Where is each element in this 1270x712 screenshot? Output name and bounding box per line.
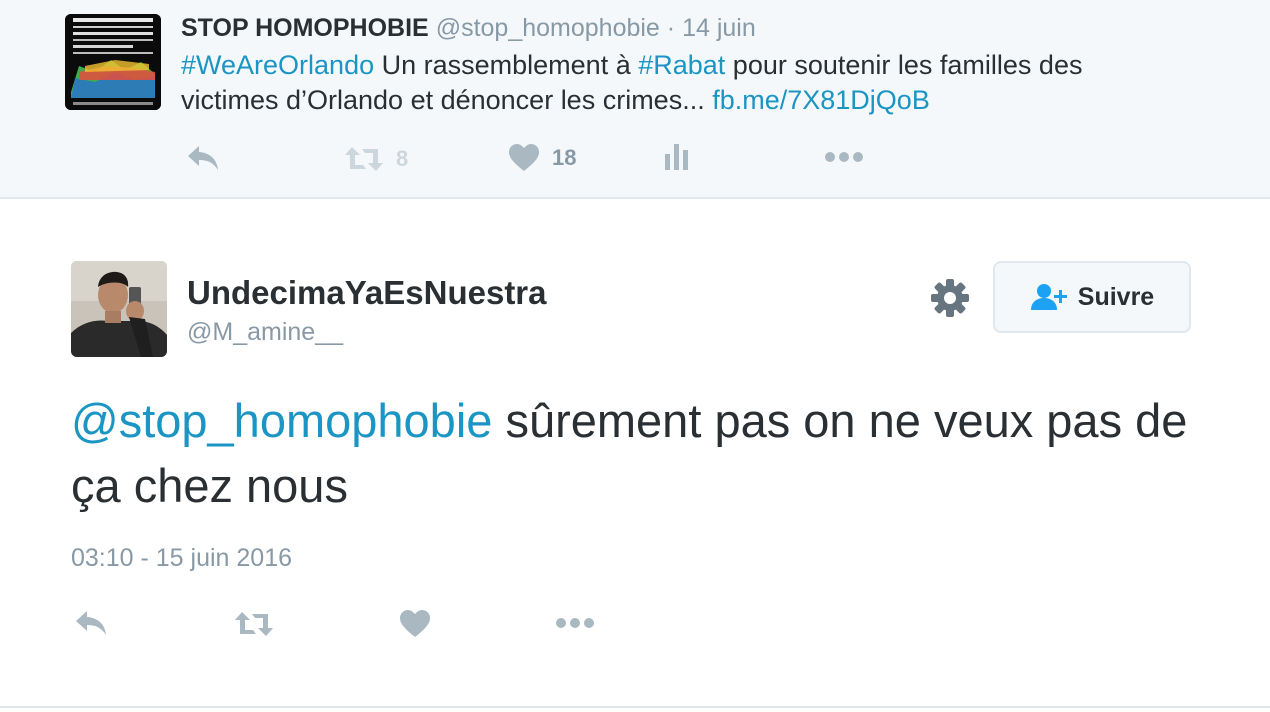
more-dots-icon: [556, 618, 594, 628]
like-count: 18: [552, 145, 577, 170]
add-user-icon: [1030, 284, 1067, 310]
gear-icon: [931, 279, 969, 317]
divider: [0, 706, 1270, 708]
quoted-author-name[interactable]: STOP HOMOPHOBIE: [181, 14, 429, 42]
mention-link[interactable]: @stop_homophobie: [71, 394, 492, 447]
settings-button[interactable]: [930, 278, 970, 323]
quoted-avatar-image: [65, 14, 161, 110]
more-dots-icon: [825, 152, 863, 162]
quoted-header: STOP HOMOPHOBIE @stop_homophobie · 14 ju…: [181, 14, 756, 42]
reply-button[interactable]: [74, 608, 108, 638]
follow-button[interactable]: Suivre: [993, 261, 1191, 333]
like-button[interactable]: [399, 609, 431, 639]
retweet-count: 8: [396, 146, 409, 171]
quoted-action-bar: 8 18: [0, 140, 1270, 180]
reply-icon: [188, 146, 218, 170]
hashtag-link[interactable]: #Rabat: [638, 50, 725, 80]
heart-icon: [400, 610, 430, 637]
separator-dot: ·: [666, 14, 676, 42]
user-avatar-image: [71, 261, 167, 357]
retweet-button[interactable]: 8: [344, 145, 408, 173]
quoted-tweet-text: #WeAreOrlando Un rassemblement à #Rabat …: [181, 48, 1181, 118]
heart-icon: [509, 144, 539, 171]
retweet-button[interactable]: [234, 610, 274, 638]
like-button[interactable]: 18: [508, 143, 576, 173]
tweet-timestamp[interactable]: 03:10 - 15 juin 2016: [71, 544, 292, 573]
user-handle[interactable]: @M_amine__: [187, 318, 343, 347]
user-avatar[interactable]: [71, 261, 167, 357]
bar-chart-icon: [665, 144, 688, 170]
reply-icon: [76, 611, 106, 635]
more-button[interactable]: [555, 617, 595, 629]
quoted-author-handle[interactable]: @stop_homophobie: [436, 14, 660, 42]
quoted-text-part: Un rassemblement à: [374, 50, 639, 80]
quoted-avatar[interactable]: [65, 14, 161, 110]
quoted-date[interactable]: 14 juin: [682, 14, 756, 42]
analytics-button[interactable]: [664, 142, 690, 172]
reply-button[interactable]: [186, 143, 220, 173]
retweet-icon: [345, 147, 383, 171]
tweet-text: @stop_homophobie sûrement pas on ne veux…: [71, 388, 1201, 518]
retweet-icon: [235, 612, 273, 636]
quoted-tweet[interactable]: STOP HOMOPHOBIE @stop_homophobie · 14 ju…: [0, 0, 1270, 199]
external-link[interactable]: fb.me/7X81DjQoB: [712, 85, 930, 115]
more-button[interactable]: [824, 151, 864, 163]
follow-button-label: Suivre: [1077, 282, 1155, 311]
user-display-name[interactable]: UndecimaYaEsNuestra: [187, 274, 547, 312]
tweet-action-bar: [0, 606, 1270, 646]
hashtag-link[interactable]: #WeAreOrlando: [181, 50, 374, 80]
